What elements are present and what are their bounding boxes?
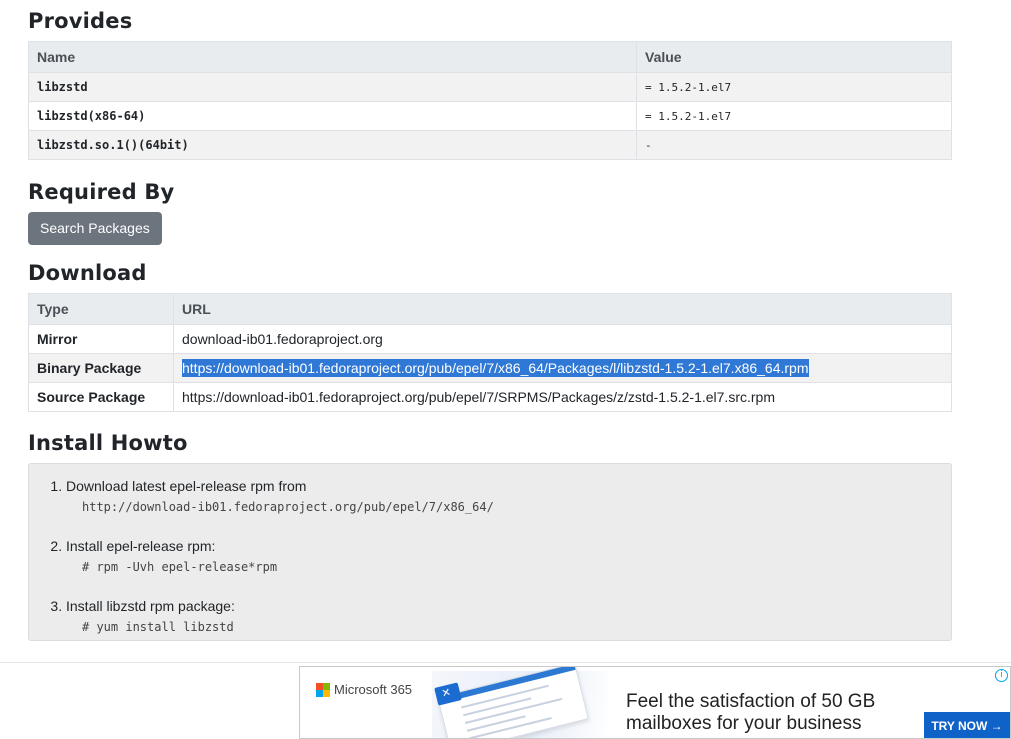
download-heading: Download bbox=[28, 261, 147, 285]
install-howto-heading: Install Howto bbox=[28, 431, 188, 455]
download-url[interactable]: download-ib01.fedoraproject.org bbox=[173, 324, 952, 354]
provides-row: libzstd = 1.5.2-1.el7 bbox=[28, 72, 952, 102]
required-by-heading: Required By bbox=[28, 180, 175, 204]
install-step-text: Download latest epel-release rpm from bbox=[66, 478, 307, 494]
install-step: Install libzstd rpm package: # yum insta… bbox=[66, 598, 951, 636]
provides-value: = 1.5.2-1.el7 bbox=[636, 101, 952, 131]
provides-table: Name Value libzstd = 1.5.2-1.el7 libzstd… bbox=[28, 41, 952, 160]
install-step-text: Install libzstd rpm package: bbox=[66, 598, 235, 614]
provides-name-header: Name bbox=[28, 41, 637, 73]
download-url[interactable]: https://download-ib01.fedoraproject.org/… bbox=[173, 382, 952, 412]
section-divider bbox=[0, 662, 1011, 663]
try-now-button[interactable]: TRY NOW → bbox=[924, 712, 1010, 738]
provides-name: libzstd bbox=[28, 72, 637, 102]
download-row: Source Package https://download-ib01.fed… bbox=[28, 382, 952, 412]
install-step-code: http://download-ib01.fedoraproject.org/p… bbox=[82, 500, 494, 514]
advertisement-banner[interactable]: Microsoft 365 Feel the satisfaction of 5… bbox=[299, 666, 1011, 739]
ad-headline: Feel the satisfaction of 50 GB mailboxes… bbox=[626, 691, 875, 735]
provides-value: = 1.5.2-1.el7 bbox=[636, 72, 952, 102]
download-type: Mirror bbox=[28, 324, 174, 354]
install-step-text: Install epel-release rpm: bbox=[66, 538, 216, 554]
download-table: Type URL Mirror download-ib01.fedoraproj… bbox=[28, 293, 952, 412]
install-step: Download latest epel-release rpm from ht… bbox=[66, 478, 951, 516]
ad-info-icon[interactable]: i bbox=[995, 669, 1008, 682]
download-url-selected[interactable]: https://download-ib01.fedoraproject.org/… bbox=[182, 359, 809, 377]
outlook-window-image bbox=[437, 667, 589, 738]
download-type-header: Type bbox=[28, 293, 174, 325]
provides-value: - bbox=[636, 130, 952, 160]
provides-value-header: Value bbox=[636, 41, 952, 73]
provides-header-row: Name Value bbox=[28, 41, 952, 73]
download-row: Mirror download-ib01.fedoraproject.org bbox=[28, 324, 952, 354]
ad-brand-name: Microsoft 365 bbox=[334, 682, 413, 697]
ad-headline-line: Feel the satisfaction of 50 GB bbox=[626, 691, 876, 712]
install-step-code: # rpm -Uvh epel-release*rpm bbox=[82, 560, 278, 574]
ad-headline-line: mailboxes for your business bbox=[626, 713, 862, 734]
install-howto-box: Download latest epel-release rpm from ht… bbox=[28, 463, 952, 641]
download-row: Binary Package https://download-ib01.fed… bbox=[28, 353, 952, 383]
download-type: Binary Package bbox=[28, 353, 174, 383]
search-packages-button[interactable]: Search Packages bbox=[28, 212, 162, 245]
microsoft-logo-icon bbox=[316, 683, 330, 697]
provides-row: libzstd.so.1()(64bit) - bbox=[28, 130, 952, 160]
provides-name: libzstd(x86-64) bbox=[28, 101, 637, 131]
provides-name: libzstd.so.1()(64bit) bbox=[28, 130, 637, 160]
download-header-row: Type URL bbox=[28, 293, 952, 325]
provides-row: libzstd(x86-64) = 1.5.2-1.el7 bbox=[28, 101, 952, 131]
provides-heading: Provides bbox=[28, 9, 133, 33]
install-step-code: # yum install libzstd bbox=[82, 620, 234, 634]
download-url-header: URL bbox=[173, 293, 952, 325]
install-steps-list: Download latest epel-release rpm from ht… bbox=[29, 464, 951, 636]
ad-product-image bbox=[432, 667, 608, 738]
download-url-cell: https://download-ib01.fedoraproject.org/… bbox=[173, 353, 952, 383]
install-step: Install epel-release rpm: # rpm -Uvh epe… bbox=[66, 538, 951, 576]
download-type: Source Package bbox=[28, 382, 174, 412]
